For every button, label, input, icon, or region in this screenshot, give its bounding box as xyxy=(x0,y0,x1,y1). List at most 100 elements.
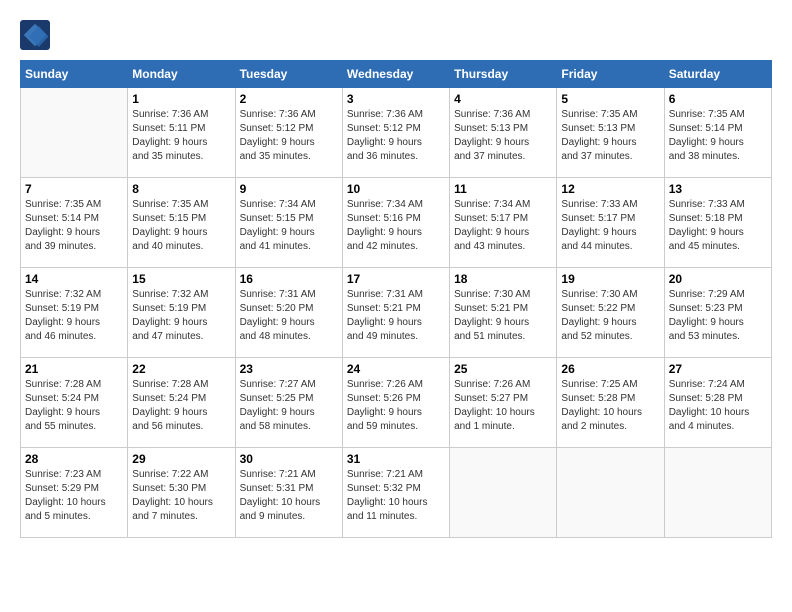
day-number: 16 xyxy=(240,272,338,286)
day-number: 21 xyxy=(25,362,123,376)
day-of-week-header: Sunday xyxy=(21,61,128,88)
calendar-cell: 19Sunrise: 7:30 AM Sunset: 5:22 PM Dayli… xyxy=(557,268,664,358)
calendar-cell: 21 Sunrise: 7:28 AM Sunset: 5:24 PM Dayli… xyxy=(21,358,128,448)
header-row: SundayMondayTuesdayWednesdayThursdayFrid… xyxy=(21,61,772,88)
day-number: 2 xyxy=(240,92,338,106)
day-number: 15 xyxy=(132,272,230,286)
day-number: 26 xyxy=(561,362,659,376)
day-detail: Sunrise: 7:36 AM Sunset: 5:11 PM Dayligh… xyxy=(132,108,230,164)
day-detail: Sunrise: 7:30 AM Sunset: 5:21 PM Dayligh… xyxy=(454,288,552,344)
calendar-week-row: 1 Sunrise: 7:36 AM Sunset: 5:11 PM Daylig… xyxy=(21,88,772,178)
calendar-cell: 20Sunrise: 7:29 AM Sunset: 5:23 PM Dayli… xyxy=(664,268,771,358)
day-detail: Sunrise: 7:30 AM Sunset: 5:22 PM Dayligh… xyxy=(561,288,659,344)
day-of-week-header: Tuesday xyxy=(235,61,342,88)
calendar-cell: 3 Sunrise: 7:36 AM Sunset: 5:12 PM Daylig… xyxy=(342,88,449,178)
calendar-cell xyxy=(557,448,664,538)
day-number: 29 xyxy=(132,452,230,466)
calendar-header: SundayMondayTuesdayWednesdayThursdayFrid… xyxy=(21,61,772,88)
calendar-cell: 1 Sunrise: 7:36 AM Sunset: 5:11 PM Daylig… xyxy=(128,88,235,178)
day-number: 22 xyxy=(132,362,230,376)
day-number: 12 xyxy=(561,182,659,196)
calendar-cell: 2 Sunrise: 7:36 AM Sunset: 5:12 PM Daylig… xyxy=(235,88,342,178)
day-of-week-header: Friday xyxy=(557,61,664,88)
day-of-week-header: Wednesday xyxy=(342,61,449,88)
calendar-cell: 25Sunrise: 7:26 AM Sunset: 5:27 PM Dayli… xyxy=(450,358,557,448)
calendar-cell: 14 Sunrise: 7:32 AM Sunset: 5:19 PM Dayli… xyxy=(21,268,128,358)
logo-icon xyxy=(20,20,50,50)
calendar-body: 1 Sunrise: 7:36 AM Sunset: 5:11 PM Daylig… xyxy=(21,88,772,538)
day-number: 10 xyxy=(347,182,445,196)
calendar-cell xyxy=(664,448,771,538)
day-number: 4 xyxy=(454,92,552,106)
calendar-cell: 5 Sunrise: 7:35 AM Sunset: 5:13 PM Daylig… xyxy=(557,88,664,178)
day-number: 31 xyxy=(347,452,445,466)
calendar-cell: 8Sunrise: 7:35 AM Sunset: 5:15 PM Daylig… xyxy=(128,178,235,268)
calendar-cell: 23 Sunrise: 7:27 AM Sunset: 5:25 PM Dayli… xyxy=(235,358,342,448)
calendar-cell: 9 Sunrise: 7:34 AM Sunset: 5:15 PM Daylig… xyxy=(235,178,342,268)
day-detail: Sunrise: 7:29 AM Sunset: 5:23 PM Dayligh… xyxy=(669,288,767,344)
calendar-cell: 27Sunrise: 7:24 AM Sunset: 5:28 PM Dayli… xyxy=(664,358,771,448)
calendar-week-row: 7 Sunrise: 7:35 AM Sunset: 5:14 PM Daylig… xyxy=(21,178,772,268)
calendar-cell: 11Sunrise: 7:34 AM Sunset: 5:17 PM Dayli… xyxy=(450,178,557,268)
day-detail: Sunrise: 7:31 AM Sunset: 5:21 PM Dayligh… xyxy=(347,288,445,344)
day-detail: Sunrise: 7:32 AM Sunset: 5:19 PM Dayligh… xyxy=(25,288,123,344)
day-detail: Sunrise: 7:22 AM Sunset: 5:30 PM Dayligh… xyxy=(132,468,230,524)
day-detail: Sunrise: 7:35 AM Sunset: 5:15 PM Dayligh… xyxy=(132,198,230,254)
day-detail: Sunrise: 7:28 AM Sunset: 5:24 PM Dayligh… xyxy=(25,378,123,434)
day-detail: Sunrise: 7:34 AM Sunset: 5:15 PM Dayligh… xyxy=(240,198,338,254)
calendar-cell: 16 Sunrise: 7:31 AM Sunset: 5:20 PM Dayli… xyxy=(235,268,342,358)
calendar-cell: 10 Sunrise: 7:34 AM Sunset: 5:16 PM Dayli… xyxy=(342,178,449,268)
day-detail: Sunrise: 7:35 AM Sunset: 5:13 PM Dayligh… xyxy=(561,108,659,164)
day-number: 13 xyxy=(669,182,767,196)
calendar-week-row: 28 Sunrise: 7:23 AM Sunset: 5:29 PM Dayli… xyxy=(21,448,772,538)
day-detail: Sunrise: 7:35 AM Sunset: 5:14 PM Dayligh… xyxy=(25,198,123,254)
day-detail: Sunrise: 7:25 AM Sunset: 5:28 PM Dayligh… xyxy=(561,378,659,434)
calendar-cell: 30Sunrise: 7:21 AM Sunset: 5:31 PM Dayli… xyxy=(235,448,342,538)
calendar-cell: 6Sunrise: 7:35 AM Sunset: 5:14 PM Daylig… xyxy=(664,88,771,178)
day-of-week-header: Thursday xyxy=(450,61,557,88)
logo xyxy=(20,20,54,50)
day-detail: Sunrise: 7:32 AM Sunset: 5:19 PM Dayligh… xyxy=(132,288,230,344)
calendar-cell: 29 Sunrise: 7:22 AM Sunset: 5:30 PM Dayli… xyxy=(128,448,235,538)
day-detail: Sunrise: 7:36 AM Sunset: 5:13 PM Dayligh… xyxy=(454,108,552,164)
day-detail: Sunrise: 7:34 AM Sunset: 5:16 PM Dayligh… xyxy=(347,198,445,254)
day-detail: Sunrise: 7:21 AM Sunset: 5:31 PM Dayligh… xyxy=(240,468,338,524)
day-number: 3 xyxy=(347,92,445,106)
calendar-cell: 22 Sunrise: 7:28 AM Sunset: 5:24 PM Dayli… xyxy=(128,358,235,448)
calendar-week-row: 14 Sunrise: 7:32 AM Sunset: 5:19 PM Dayli… xyxy=(21,268,772,358)
page-header xyxy=(20,20,772,50)
day-detail: Sunrise: 7:31 AM Sunset: 5:20 PM Dayligh… xyxy=(240,288,338,344)
day-number: 14 xyxy=(25,272,123,286)
day-number: 17 xyxy=(347,272,445,286)
calendar-cell: 12 Sunrise: 7:33 AM Sunset: 5:17 PM Dayli… xyxy=(557,178,664,268)
calendar-cell: 15 Sunrise: 7:32 AM Sunset: 5:19 PM Dayli… xyxy=(128,268,235,358)
day-number: 28 xyxy=(25,452,123,466)
day-detail: Sunrise: 7:34 AM Sunset: 5:17 PM Dayligh… xyxy=(454,198,552,254)
day-detail: Sunrise: 7:21 AM Sunset: 5:32 PM Dayligh… xyxy=(347,468,445,524)
calendar-cell: 28 Sunrise: 7:23 AM Sunset: 5:29 PM Dayli… xyxy=(21,448,128,538)
calendar-cell: 31 Sunrise: 7:21 AM Sunset: 5:32 PM Dayli… xyxy=(342,448,449,538)
day-detail: Sunrise: 7:36 AM Sunset: 5:12 PM Dayligh… xyxy=(347,108,445,164)
calendar-cell: 26 Sunrise: 7:25 AM Sunset: 5:28 PM Dayli… xyxy=(557,358,664,448)
day-number: 7 xyxy=(25,182,123,196)
day-number: 5 xyxy=(561,92,659,106)
day-detail: Sunrise: 7:33 AM Sunset: 5:17 PM Dayligh… xyxy=(561,198,659,254)
calendar-table: SundayMondayTuesdayWednesdayThursdayFrid… xyxy=(20,60,772,538)
calendar-cell: 17 Sunrise: 7:31 AM Sunset: 5:21 PM Dayli… xyxy=(342,268,449,358)
day-number: 9 xyxy=(240,182,338,196)
day-detail: Sunrise: 7:28 AM Sunset: 5:24 PM Dayligh… xyxy=(132,378,230,434)
day-detail: Sunrise: 7:26 AM Sunset: 5:26 PM Dayligh… xyxy=(347,378,445,434)
day-detail: Sunrise: 7:23 AM Sunset: 5:29 PM Dayligh… xyxy=(25,468,123,524)
day-detail: Sunrise: 7:36 AM Sunset: 5:12 PM Dayligh… xyxy=(240,108,338,164)
calendar-cell xyxy=(21,88,128,178)
calendar-cell: 13Sunrise: 7:33 AM Sunset: 5:18 PM Dayli… xyxy=(664,178,771,268)
day-detail: Sunrise: 7:27 AM Sunset: 5:25 PM Dayligh… xyxy=(240,378,338,434)
calendar-cell: 18Sunrise: 7:30 AM Sunset: 5:21 PM Dayli… xyxy=(450,268,557,358)
calendar-cell: 7 Sunrise: 7:35 AM Sunset: 5:14 PM Daylig… xyxy=(21,178,128,268)
calendar-cell xyxy=(450,448,557,538)
day-number: 25 xyxy=(454,362,552,376)
day-number: 24 xyxy=(347,362,445,376)
day-number: 23 xyxy=(240,362,338,376)
day-number: 6 xyxy=(669,92,767,106)
day-number: 1 xyxy=(132,92,230,106)
